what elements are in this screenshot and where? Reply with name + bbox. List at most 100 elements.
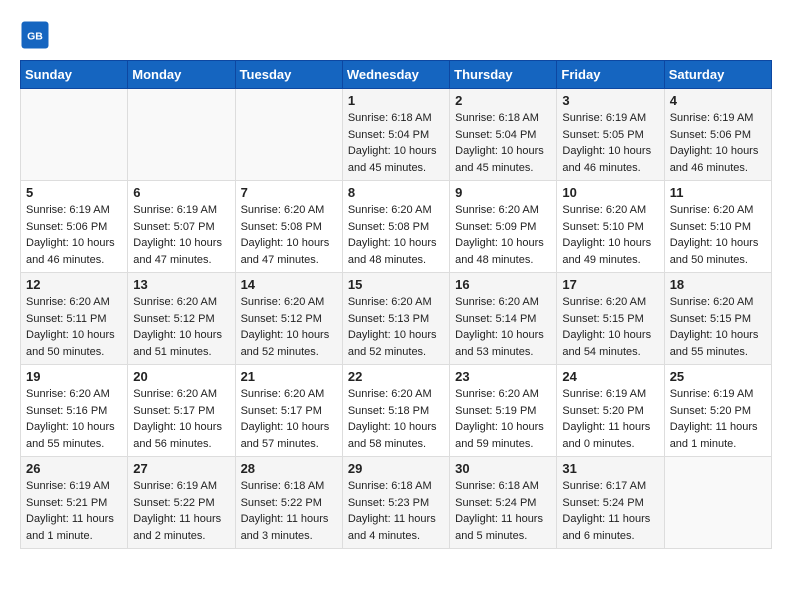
- day-info-line: and 1 minute.: [670, 438, 737, 450]
- day-info-line: Daylight: 10 hours: [348, 145, 437, 157]
- calendar-cell: 31 Sunrise: 6:17 AMSunset: 5:24 PMDayligh…: [557, 457, 664, 549]
- day-info-line: Sunrise: 6:20 AM: [348, 204, 432, 216]
- day-info-line: Sunrise: 6:20 AM: [241, 296, 325, 308]
- weekday-header-friday: Friday: [557, 61, 664, 89]
- calendar-cell: 29Sunrise: 6:18 AMSunset: 5:23 PMDayligh…: [342, 457, 449, 549]
- day-info-line: Sunrise: 6:20 AM: [455, 204, 539, 216]
- day-info-line: and 0 minutes.: [562, 438, 634, 450]
- day-info-line: Sunrise: 6:19 AM: [670, 388, 754, 400]
- week-row-2: 5Sunrise: 6:19 AMSunset: 5:06 PMDaylight…: [21, 181, 772, 273]
- day-info-line: Daylight: 10 hours: [241, 329, 330, 341]
- day-number: 21: [241, 369, 337, 384]
- day-info-line: Sunrise: 6:20 AM: [562, 296, 646, 308]
- calendar-cell: 22 Sunrise: 6:20 AM Sunset: 5:18 PM Dayligh…: [342, 365, 449, 457]
- day-info-line: Daylight: 10 hours: [133, 421, 222, 433]
- day-info-line: Sunset: 5:08 PM: [348, 221, 429, 233]
- day-info-line: Sunrise: 6:20 AM: [241, 204, 325, 216]
- day-number: 15: [348, 277, 444, 292]
- day-info-line: and 48 minutes.: [455, 254, 533, 266]
- day-info-line: Sunrise: 6:20 AM: [670, 296, 754, 308]
- day-info-line: and 45 minutes.: [348, 162, 426, 174]
- day-info: Sunrise: 6:20 AMSunset: 5:09 PMDaylight:…: [455, 202, 551, 268]
- day-number: 19: [26, 369, 122, 384]
- day-info-line: Daylight: 10 hours: [562, 237, 651, 249]
- calendar-cell: 5Sunrise: 6:19 AMSunset: 5:06 PMDaylight…: [21, 181, 128, 273]
- day-info-line: Daylight: 11 hours: [241, 513, 329, 525]
- day-info-line: Daylight: 10 hours: [455, 421, 544, 433]
- calendar-cell: 30Sunrise: 6:18 AMSunset: 5:24 PMDayligh…: [450, 457, 557, 549]
- day-info-line: Sunset: 5:22 PM: [133, 497, 214, 509]
- day-info-line: Sunset: 5:15 PM: [670, 313, 751, 325]
- day-info-line: Daylight: 10 hours: [348, 421, 437, 433]
- day-info-line: Sunset: 5:06 PM: [670, 129, 751, 141]
- day-number: 13: [133, 277, 229, 292]
- day-info-line: Sunset: 5:08 PM: [241, 221, 322, 233]
- day-info-line: Sunset: 5:18 PM: [348, 405, 429, 417]
- day-info: Sunrise: 6:17 AMSunset: 5:24 PMDaylight:…: [562, 478, 658, 544]
- day-number: 22: [348, 369, 444, 384]
- day-info-line: Sunset: 5:16 PM: [26, 405, 107, 417]
- calendar-table: SundayMondayTuesdayWednesdayThursdayFrid…: [20, 60, 772, 549]
- day-info-line: Daylight: 10 hours: [26, 237, 115, 249]
- day-info: Sunrise: 6:18 AMSunset: 5:04 PMDaylight:…: [455, 110, 551, 176]
- day-info-line: Daylight: 10 hours: [455, 145, 544, 157]
- day-info-line: Sunrise: 6:19 AM: [562, 388, 646, 400]
- calendar-cell: 3Sunrise: 6:19 AMSunset: 5:05 PMDaylight…: [557, 89, 664, 181]
- day-info-line: and 48 minutes.: [348, 254, 426, 266]
- calendar-cell: 21 Sunrise: 6:20 AMSunset: 5:17 PMDayligh…: [235, 365, 342, 457]
- day-number: 31: [562, 461, 658, 476]
- calendar-cell: 10Sunrise: 6:20 AMSunset: 5:10 PMDayligh…: [557, 181, 664, 273]
- day-info-line: Sunrise: 6:20 AM: [133, 296, 217, 308]
- day-info-line: Sunset: 5:20 PM: [670, 405, 751, 417]
- day-info: Sunrise: 6:20 AMSunset: 5:17 PMDaylight:…: [133, 386, 229, 452]
- day-number: 12: [26, 277, 122, 292]
- day-info-line: and 5 minutes.: [455, 530, 527, 542]
- day-info-line: Daylight: 11 hours: [455, 513, 543, 525]
- day-info-line: Sunset: 5:21 PM: [26, 497, 107, 509]
- day-info-line: Sunrise: 6:20 AM: [670, 204, 754, 216]
- day-info-line: and 2 minutes.: [133, 530, 205, 542]
- day-info: Sunrise: 6:18 AM Sunset: 5:24 PM Daylight:…: [455, 478, 551, 544]
- day-info: Sunrise: 6:20 AMSunset: 5:17 PMDaylight:…: [241, 386, 337, 452]
- day-info-line: Sunset: 5:14 PM: [455, 313, 536, 325]
- day-info-line: and 4 minutes.: [348, 530, 420, 542]
- day-info-line: Daylight: 11 hours: [670, 421, 758, 433]
- calendar-cell: 25Sunrise: 6:19 AMSunset: 5:20 PMDayligh…: [664, 365, 771, 457]
- day-info-line: Sunset: 5:12 PM: [241, 313, 322, 325]
- day-info: Sunrise: 6:20 AMSunset: 5:10 PMDaylight:…: [562, 202, 658, 268]
- day-info-line: and 50 minutes.: [670, 254, 748, 266]
- day-info-line: Sunset: 5:24 PM: [455, 497, 536, 509]
- calendar-cell: 4Sunrise: 6:19 AMSunset: 5:06 PMDaylight…: [664, 89, 771, 181]
- day-info-line: Daylight: 10 hours: [133, 237, 222, 249]
- day-number: 1: [348, 93, 444, 108]
- day-info-line: Daylight: 10 hours: [26, 421, 115, 433]
- day-info: Sunrise: 6:18 AMSunset: 5:22 PMDaylight:…: [241, 478, 337, 544]
- calendar-cell: 2Sunrise: 6:18 AMSunset: 5:04 PMDaylight…: [450, 89, 557, 181]
- day-info-line: Daylight: 10 hours: [670, 145, 759, 157]
- day-info-line: Sunset: 5:22 PM: [241, 497, 322, 509]
- calendar-cell: [21, 89, 128, 181]
- calendar-cell: 27Sunrise: 6:19 AMSunset: 5:22 PMDayligh…: [128, 457, 235, 549]
- day-info-line: and 3 minutes.: [241, 530, 313, 542]
- day-info: Sunrise: 6:19 AMSunset: 5:06 PMDaylight:…: [26, 202, 122, 268]
- day-info-line: Sunset: 5:04 PM: [348, 129, 429, 141]
- calendar-cell: 24Sunrise: 6:19 AMSunset: 5:20 PMDayligh…: [557, 365, 664, 457]
- calendar-cell: 8Sunrise: 6:20 AMSunset: 5:08 PMDaylight…: [342, 181, 449, 273]
- day-info-line: Sunrise: 6:18 AM: [455, 480, 539, 492]
- day-info-line: and 52 minutes.: [241, 346, 319, 358]
- day-info-line: and 1 minute.: [26, 530, 93, 542]
- calendar-cell: 16Sunrise: 6:20 AMSunset: 5:14 PMDayligh…: [450, 273, 557, 365]
- calendar-cell: 13Sunrise: 6:20 AMSunset: 5:12 PMDayligh…: [128, 273, 235, 365]
- calendar-cell: 23Sunrise: 6:20 AMSunset: 5:19 PMDayligh…: [450, 365, 557, 457]
- day-info-line: Sunset: 5:23 PM: [348, 497, 429, 509]
- day-info-line: and 53 minutes.: [455, 346, 533, 358]
- day-info: Sunrise: 6:20 AMSunset: 5:15 PMDaylight:…: [670, 294, 766, 360]
- day-number: 18: [670, 277, 766, 292]
- day-info-line: and 46 minutes.: [562, 162, 640, 174]
- calendar-cell: [128, 89, 235, 181]
- svg-text:GB: GB: [27, 31, 43, 43]
- day-info: Sunrise: 6:18 AMSunset: 5:23 PMDaylight:…: [348, 478, 444, 544]
- calendar-cell: 6Sunrise: 6:19 AMSunset: 5:07 PMDaylight…: [128, 181, 235, 273]
- day-info-line: Sunrise: 6:20 AM: [348, 388, 432, 400]
- day-number: 28: [241, 461, 337, 476]
